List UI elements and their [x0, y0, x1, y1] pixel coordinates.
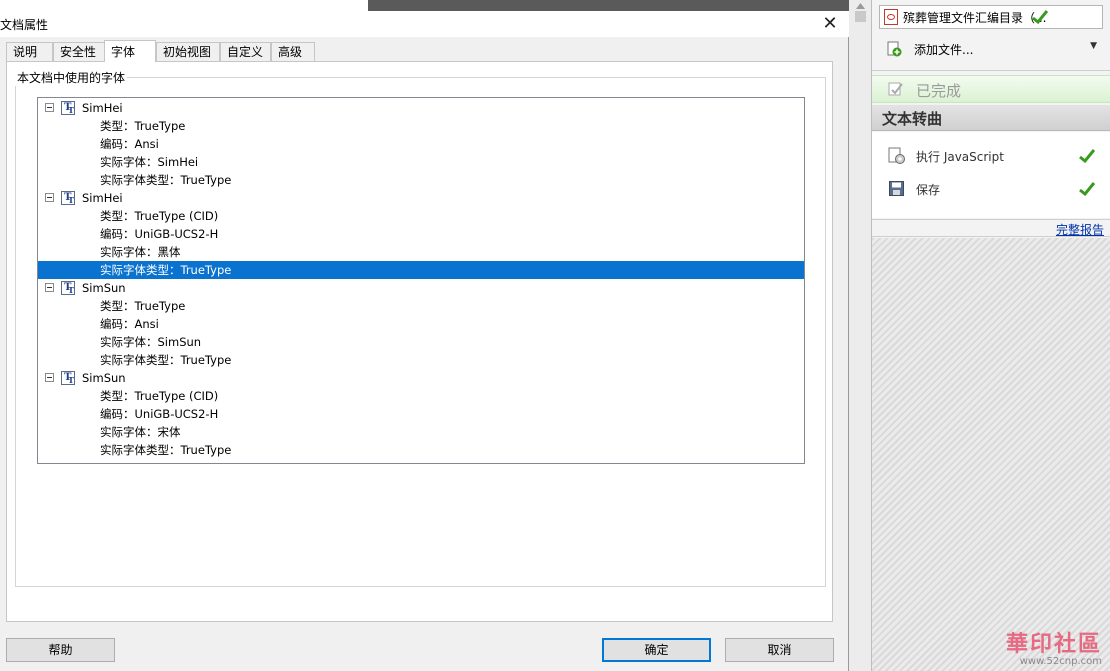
- add-files-button[interactable]: 添加文件... ▼: [886, 38, 1101, 60]
- tab-advanced[interactable]: 高级: [271, 42, 315, 61]
- dialog-titlebar: 文档属性 ✕: [0, 11, 849, 37]
- completed-icon: [888, 82, 903, 96]
- font-tree[interactable]: TT SimHei 类型：TrueType 编码：Ansi 实际字体：SimHe…: [37, 97, 805, 464]
- truetype-font-icon: TT: [61, 101, 75, 115]
- fonts-group-label: 本文档中使用的字体: [15, 69, 128, 86]
- section-header[interactable]: 文本转曲: [872, 105, 1110, 131]
- collapse-icon[interactable]: [45, 373, 54, 382]
- fonts-panel: 本文档中使用的字体 TT SimHei 类型：TrueType 编码：Ansi …: [6, 61, 833, 622]
- close-icon: ✕: [822, 13, 838, 34]
- full-report-link[interactable]: 完整报告: [1056, 221, 1104, 238]
- tab-fonts[interactable]: 字体: [104, 40, 156, 62]
- add-file-icon: [887, 41, 902, 57]
- tab-custom[interactable]: 自定义: [220, 42, 271, 61]
- empty-hatched-area: 華印社區 www.52cnp.com: [872, 238, 1110, 671]
- tree-font-node[interactable]: TT SimSun: [38, 369, 804, 387]
- tree-property-row[interactable]: 实际字体：SimSun: [38, 333, 804, 351]
- scroll-thumb[interactable]: [855, 11, 866, 22]
- tree-font-node[interactable]: TT SimSun: [38, 279, 804, 297]
- document-properties-dialog: 文档属性 ✕ 说明 安全性 字体 初始视图 自定义 高级 本文档中使用的字体 T…: [0, 0, 849, 671]
- help-button[interactable]: 帮助: [6, 638, 115, 662]
- collapse-icon[interactable]: [45, 283, 54, 292]
- status-label: 已完成: [916, 82, 962, 100]
- action-run-javascript[interactable]: 执行 JavaScript: [888, 145, 1103, 167]
- document-name: 殡葬管理文件汇编目录（...: [903, 11, 1047, 25]
- tab-security[interactable]: 安全性: [53, 42, 105, 61]
- dialog-title: 文档属性: [0, 18, 49, 32]
- tree-property-row[interactable]: 编码：Ansi: [38, 315, 804, 333]
- tree-property-row[interactable]: 实际字体类型：TrueType: [38, 171, 804, 189]
- pdf-file-icon: [884, 9, 898, 25]
- document-list-item[interactable]: 殡葬管理文件汇编目录（...: [879, 5, 1103, 29]
- truetype-font-icon: TT: [61, 191, 75, 205]
- check-icon: [1079, 149, 1095, 163]
- tab-initial-view[interactable]: 初始视图: [156, 42, 220, 61]
- check-icon: [1079, 182, 1095, 196]
- tree-property-row[interactable]: 实际字体：SimHei: [38, 153, 804, 171]
- section-title: 文本转曲: [882, 110, 943, 128]
- ok-button[interactable]: 确定: [602, 638, 711, 662]
- tree-font-node[interactable]: TT SimHei: [38, 189, 804, 207]
- close-button[interactable]: ✕: [817, 12, 843, 36]
- tree-property-row[interactable]: 类型：TrueType (CID): [38, 207, 804, 225]
- collapse-icon[interactable]: [45, 193, 54, 202]
- divider: [872, 70, 1110, 71]
- watermark: 華印社區 www.52cnp.com: [1005, 631, 1102, 667]
- tree-property-row[interactable]: 实际字体类型：TrueType: [38, 441, 804, 459]
- tree-property-row[interactable]: 类型：TrueType: [38, 297, 804, 315]
- vertical-scrollbar[interactable]: [849, 0, 872, 671]
- truetype-font-icon: TT: [61, 371, 75, 385]
- tree-property-row[interactable]: 编码：UniGB-UCS2-H: [38, 405, 804, 423]
- save-disk-icon: [889, 181, 904, 196]
- truetype-font-icon: TT: [61, 281, 75, 295]
- tree-property-row[interactable]: 实际字体：黑体: [38, 243, 804, 261]
- tree-font-node[interactable]: TT SimHei: [38, 99, 804, 117]
- tree-property-row[interactable]: 类型：TrueType (CID): [38, 387, 804, 405]
- action-wizard-pane: 殡葬管理文件汇编目录（... 添加文件... ▼ 已完成 文本转曲 执行 Jav: [872, 0, 1110, 671]
- action-list: 执行 JavaScript 保存: [872, 132, 1110, 218]
- cancel-button[interactable]: 取消: [725, 638, 834, 662]
- tree-property-row[interactable]: 实际字体：宋体: [38, 423, 804, 441]
- check-icon: [1032, 10, 1048, 24]
- tree-property-row-selected[interactable]: 实际字体类型：TrueType: [38, 261, 804, 279]
- collapse-icon[interactable]: [45, 103, 54, 112]
- tree-property-row[interactable]: 编码：Ansi: [38, 135, 804, 153]
- tree-property-row[interactable]: 编码：UniGB-UCS2-H: [38, 225, 804, 243]
- status-bar: 已完成: [872, 75, 1110, 103]
- report-bar: 完整报告: [872, 219, 1110, 237]
- scroll-up-arrow-icon[interactable]: [855, 2, 866, 10]
- tab-description[interactable]: 说明: [6, 42, 53, 61]
- tree-property-row[interactable]: 实际字体类型：TrueType: [38, 351, 804, 369]
- javascript-gear-icon: [888, 147, 905, 164]
- tree-property-row[interactable]: 类型：TrueType: [38, 117, 804, 135]
- dropdown-arrow-icon[interactable]: ▼: [1090, 41, 1097, 51]
- background-window-strip-dark: [368, 0, 849, 11]
- action-save[interactable]: 保存: [888, 178, 1103, 200]
